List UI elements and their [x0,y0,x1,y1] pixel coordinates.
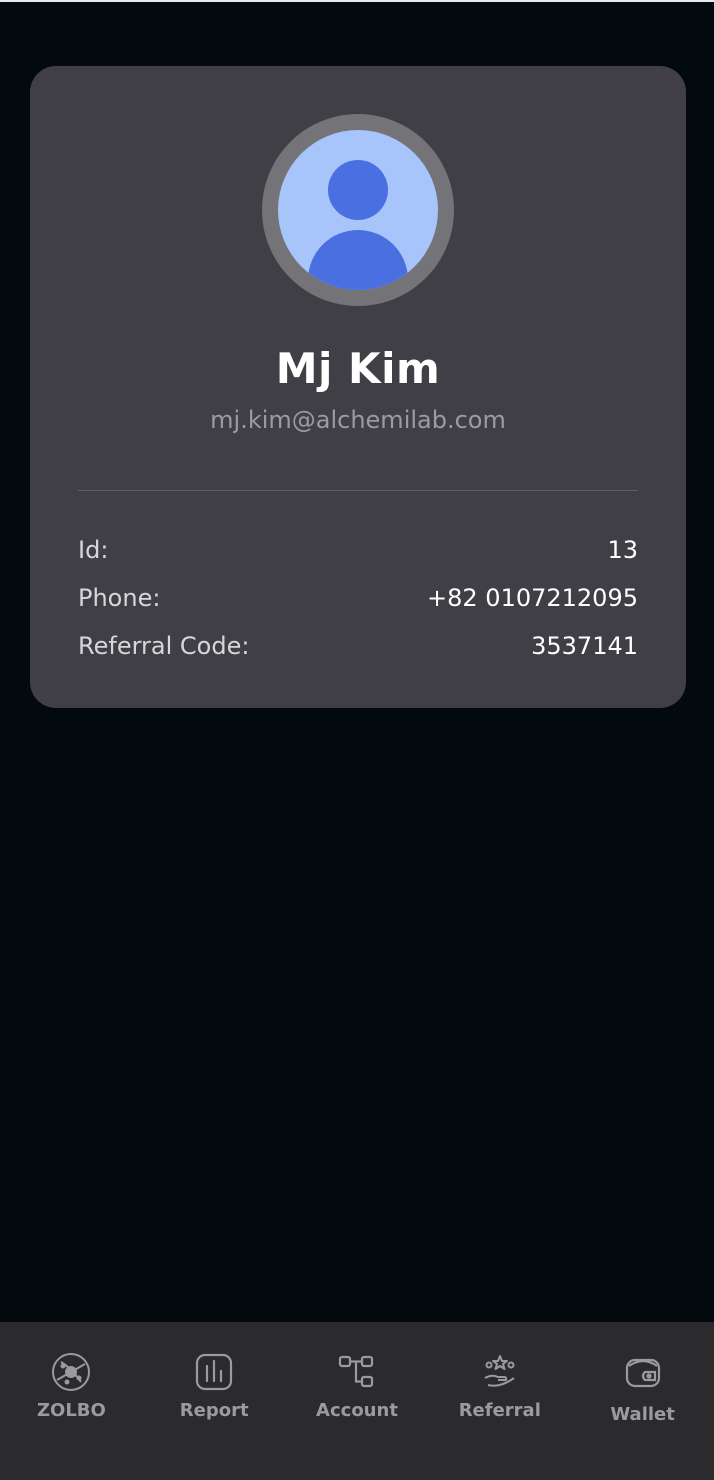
nav-label: Account [316,1400,398,1421]
wallet-icon [625,1358,660,1388]
nav-label: Referral [458,1400,541,1421]
divider [78,490,638,491]
hand-stars-icon [484,1355,515,1387]
nav-item-wallet[interactable]: Wallet [571,1322,714,1480]
nav-item-account[interactable]: Account [286,1322,429,1480]
nav-label: Report [179,1400,249,1421]
default-user-avatar-icon [278,130,438,290]
profile-name: Mj Kim [275,344,441,393]
detail-value: 13 [607,536,638,564]
profile-card: Mj Kim mj.kim@alchemilab.com Id: 13 Phon… [30,66,686,708]
hierarchy-icon [338,1355,374,1388]
avatar-body-shape [308,230,408,290]
nav-item-referral[interactable]: Referral [428,1322,571,1480]
profile-details: Id: 13 Phone: +82 0107212095 Referral Co… [78,526,638,670]
profile-email: mj.kim@alchemilab.com [210,406,506,434]
avatar[interactable] [262,114,454,306]
nav-label: Wallet [610,1404,675,1425]
avatar-head-shape [328,160,388,220]
detail-label: Id: [78,536,109,564]
nav-item-report[interactable]: Report [143,1322,286,1480]
detail-label: Phone: [78,584,161,612]
detail-row-id: Id: 13 [78,526,638,574]
nav-label: ZOLBO [36,1400,106,1421]
top-edge-line [0,0,714,2]
bar-chart-icon [196,1353,233,1391]
detail-value: 3537141 [531,632,638,660]
detail-row-phone: Phone: +82 0107212095 [78,574,638,622]
detail-label: Referral Code: [78,632,250,660]
bottom-nav: ZOLBO Report Account Referral Wallet [0,1322,714,1480]
detail-value: +82 0107212095 [427,584,638,612]
nav-item-zolbo[interactable]: ZOLBO [0,1322,143,1480]
detail-row-referral-code: Referral Code: 3537141 [78,622,638,670]
zolbo-globe-icon [52,1353,91,1391]
